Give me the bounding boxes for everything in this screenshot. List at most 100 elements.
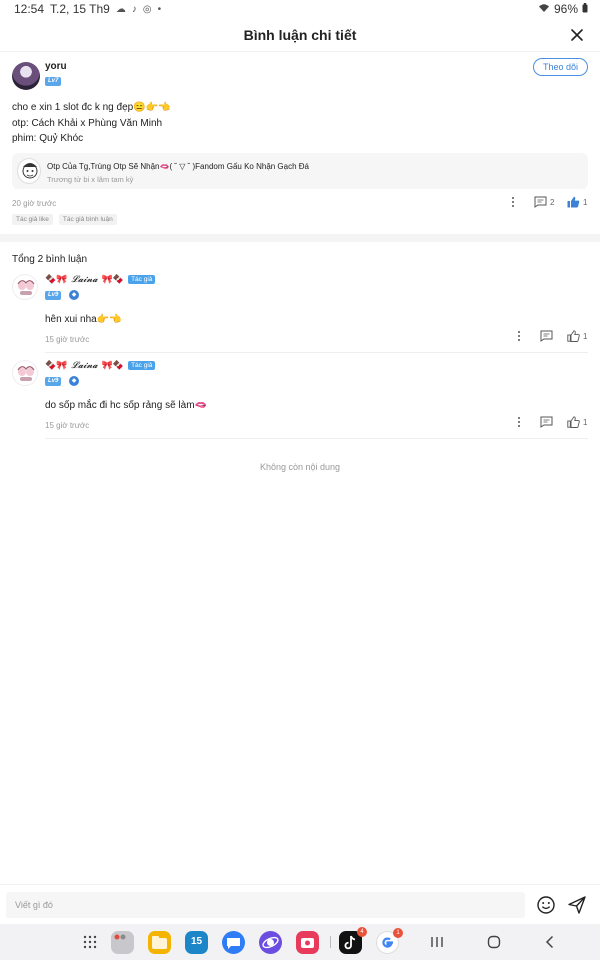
- status-bar: 12:54 T.2, 15 Th9 ☁ ♪ ◎ • 96%: [0, 0, 600, 20]
- comment-icon: [540, 416, 553, 428]
- tag-author-commented: Tác giả bình luận: [58, 214, 117, 225]
- reply-author[interactable]: 🍫🎀 𝓛𝓪𝓲𝓷𝓪 🎀🍫 Tác giả: [45, 360, 156, 371]
- reply-count: 2: [550, 197, 555, 207]
- like-button[interactable]: 1: [567, 416, 587, 428]
- divider: [45, 352, 588, 353]
- app-grid-icon: [83, 935, 97, 949]
- comment-icon: [534, 196, 547, 208]
- reply-text: do sốp mắc đi hc sốp rảng sẽ làm🫦: [45, 400, 207, 411]
- book-title: Otp Của Tg,Trùng Otp Sẽ Nhận🫦( ˘ ▽ ˘ )Fa…: [47, 162, 310, 171]
- more-vertical-icon: [518, 417, 520, 427]
- username[interactable]: yoru: [45, 61, 67, 72]
- timestamp: 15 giờ trước: [45, 421, 90, 430]
- status-date: T.2, 15 Th9: [50, 2, 110, 16]
- book-card[interactable]: Otp Của Tg,Trùng Otp Sẽ Nhận🫦( ˘ ▽ ˘ )Fa…: [12, 153, 588, 189]
- author-badge: Tác giả: [128, 275, 156, 284]
- app-drawer-button[interactable]: [81, 933, 99, 951]
- my-files-app-icon[interactable]: [148, 931, 171, 954]
- like-button[interactable]: 1: [567, 196, 587, 208]
- book-cover: [17, 158, 41, 184]
- google-app-icon[interactable]: 1: [376, 928, 403, 954]
- close-button[interactable]: [568, 26, 586, 44]
- avatar[interactable]: [12, 62, 40, 90]
- like-count: 1: [583, 417, 588, 427]
- like-count: 1: [583, 197, 588, 207]
- avatar[interactable]: [12, 274, 38, 300]
- timestamp: 15 giờ trước: [45, 335, 90, 344]
- calendar-day: 15: [190, 936, 203, 947]
- chrome-notification-icon: ◎: [142, 3, 152, 15]
- comment-content: cho e xin 1 slot đc k ng đẹp😑👉👈 otp: Các…: [12, 100, 171, 147]
- name-emoji: 🍫🎀: [45, 274, 68, 284]
- vip-badge-icon: ◆: [69, 290, 79, 300]
- name-emoji: 🍫🎀: [45, 360, 68, 370]
- more-vertical-icon: [518, 331, 520, 341]
- page-header: Bình luận chi tiết: [0, 20, 600, 52]
- main-comment: yoru Lv7 Theo dõi cho e xin 1 slot đc k …: [0, 52, 600, 234]
- notification-badge: 1: [393, 928, 403, 938]
- timestamp: 20 giờ trước: [12, 199, 57, 208]
- more-notifications-icon: •: [157, 3, 162, 15]
- name-text: 𝓛𝓪𝓲𝓷𝓪: [71, 274, 98, 285]
- book-subtitle: Trương tử bi x lâm tam kỳ: [47, 175, 134, 184]
- more-vertical-icon: [512, 197, 514, 207]
- emoji-button[interactable]: [536, 895, 556, 915]
- thumbs-up-icon: [567, 416, 580, 428]
- calendar-app-icon[interactable]: 15: [185, 931, 208, 954]
- send-button[interactable]: [567, 895, 587, 915]
- close-icon: [571, 29, 583, 41]
- name-emoji: 🎀🍫: [101, 360, 125, 370]
- follow-button[interactable]: Theo dõi: [532, 58, 588, 76]
- reply-button[interactable]: [540, 330, 553, 342]
- avatar[interactable]: [12, 360, 38, 386]
- recents-icon: [431, 937, 443, 947]
- comment-line: otp: Cách Khải x Phùng Văn Minh: [12, 117, 163, 129]
- camera-app-icon[interactable]: [296, 931, 319, 954]
- page-title: Bình luận chi tiết: [243, 27, 357, 43]
- tiktok-app-icon[interactable]: 4: [339, 927, 367, 954]
- section-divider: [0, 234, 600, 242]
- wifi-icon: [538, 3, 550, 16]
- more-button[interactable]: [516, 330, 522, 342]
- messages-app-icon[interactable]: [222, 931, 245, 954]
- more-button[interactable]: [516, 416, 522, 428]
- samsung-internet-app-icon[interactable]: [259, 931, 282, 954]
- tag-author-liked: Tác giả like: [12, 214, 53, 225]
- tiktok-notification-icon: ♪: [131, 3, 137, 15]
- reply-item: 🍫🎀 𝓛𝓪𝓲𝓷𝓪 🎀🍫 Tác giả Lv9 ◆ do sốp mắc đi …: [0, 358, 600, 444]
- more-button[interactable]: [510, 196, 516, 208]
- tags: Tác giả like Tác giả bình luận: [12, 214, 117, 225]
- back-button[interactable]: [541, 933, 559, 951]
- reply-button[interactable]: 2: [534, 196, 554, 208]
- battery-percent: 96%: [553, 2, 578, 16]
- reply-text: hên xui nha👉👈: [45, 314, 122, 325]
- comment-line: cho e xin 1 slot đc k ng đẹp😑👉👈: [12, 102, 171, 113]
- reply-button[interactable]: [540, 416, 553, 428]
- taskbar-divider: [330, 936, 331, 948]
- comment-total: Tổng 2 bình luận: [12, 254, 88, 265]
- level-badge: Lv7: [45, 77, 62, 86]
- notification-badge: 4: [357, 927, 367, 937]
- vip-badge-icon: ◆: [69, 376, 79, 386]
- recent-apps-button[interactable]: [428, 933, 446, 951]
- comment-input[interactable]: [6, 892, 525, 918]
- comment-line: phim: Quỷ Khóc: [12, 133, 84, 144]
- reply-author[interactable]: 🍫🎀 𝓛𝓪𝓲𝓷𝓪 🎀🍫 Tác giả: [45, 274, 156, 285]
- home-icon: [487, 935, 501, 949]
- like-button[interactable]: 1: [567, 330, 587, 342]
- reply-item: 🍫🎀 𝓛𝓪𝓲𝓷𝓪 🎀🍫 Tác giả Lv9 ◆ hên xui nha👉👈 …: [0, 272, 600, 358]
- smiley-icon: [537, 896, 555, 914]
- cloud-icon: ☁: [115, 3, 126, 15]
- name-text: 𝓛𝓪𝓲𝓷𝓪: [71, 360, 98, 371]
- send-icon: [568, 896, 586, 914]
- end-of-list-label: Không còn nội dung: [259, 462, 341, 472]
- app-folder-icon[interactable]: [111, 931, 134, 954]
- comment-icon: [540, 330, 553, 342]
- name-emoji: 🎀🍫: [101, 274, 125, 284]
- home-button[interactable]: [485, 933, 503, 951]
- like-count: 1: [583, 331, 588, 341]
- author-badge: Tác giả: [128, 361, 156, 370]
- level-badge: Lv9: [45, 377, 62, 386]
- thumbs-up-icon: [567, 330, 580, 342]
- back-chevron-icon: [545, 935, 554, 949]
